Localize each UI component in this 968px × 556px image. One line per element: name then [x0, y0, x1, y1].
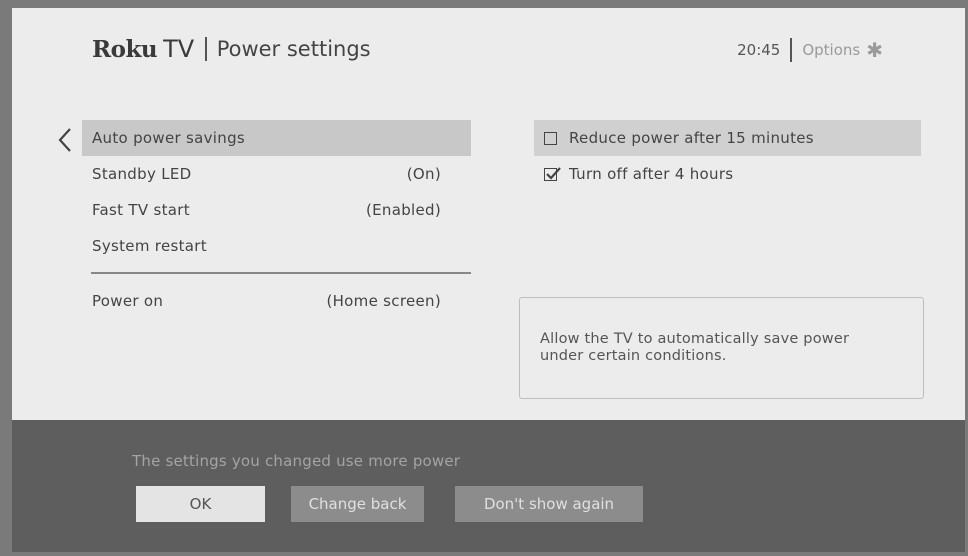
menu-item-label: Fast TV start — [92, 201, 190, 219]
tv-screen: Roku TV Power settings 20:45 Options ✱ A… — [12, 8, 965, 552]
status-area: 20:45 Options ✱ — [737, 38, 883, 62]
clock: 20:45 — [737, 41, 781, 59]
banner-message: The settings you changed use more power — [132, 452, 461, 470]
option-turn-off[interactable]: Turn off after 4 hours — [534, 156, 921, 192]
checkbox-empty-icon[interactable] — [544, 131, 557, 145]
dont-show-again-button[interactable]: Don't show again — [455, 486, 643, 522]
description-line: under certain conditions. — [540, 348, 727, 364]
asterisk-icon[interactable]: ✱ — [866, 40, 883, 60]
menu-divider — [91, 272, 471, 274]
menu-item-standby-led[interactable]: Standby LED (On) — [82, 156, 471, 192]
menu-item-fast-tv-start[interactable]: Fast TV start (Enabled) — [82, 192, 471, 228]
menu-item-system-restart[interactable]: System restart — [82, 228, 471, 264]
change-back-button[interactable]: Change back — [291, 486, 424, 522]
power-options-list: Reduce power after 15 minutes Turn off a… — [534, 120, 921, 192]
menu-item-power-on[interactable]: Power on (Home screen) — [82, 283, 471, 319]
option-label: Reduce power after 15 minutes — [569, 129, 814, 147]
menu-item-label: System restart — [92, 237, 207, 255]
menu-item-value: (On) — [406, 165, 441, 183]
checkbox-checked-icon[interactable] — [544, 166, 561, 181]
ok-button[interactable]: OK — [136, 486, 265, 522]
options-label[interactable]: Options — [802, 41, 860, 59]
menu-item-auto-power-savings[interactable]: Auto power savings — [82, 120, 471, 156]
power-warning-banner: The settings you changed use more power … — [12, 420, 965, 552]
menu-item-value: (Enabled) — [365, 201, 441, 219]
settings-menu-secondary: Power on (Home screen) — [82, 283, 471, 319]
page-title: Power settings — [216, 37, 371, 61]
menu-item-label: Auto power savings — [92, 129, 246, 147]
settings-menu: Auto power savings Standby LED (On) Fast… — [82, 120, 471, 264]
clock-divider — [790, 38, 793, 62]
option-reduce-power[interactable]: Reduce power after 15 minutes — [534, 120, 921, 156]
tv-logo: TV — [163, 35, 195, 63]
description-panel: Allow the TV to automatically save power… — [519, 297, 924, 399]
roku-tv-header: Roku TV Power settings — [92, 32, 371, 66]
option-label: Turn off after 4 hours — [569, 165, 734, 183]
header-divider — [205, 37, 207, 61]
menu-item-label: Standby LED — [92, 165, 192, 183]
menu-item-label: Power on — [92, 292, 164, 310]
chevron-left-icon[interactable] — [56, 126, 74, 154]
description-line: Allow the TV to automatically save power — [540, 331, 850, 347]
menu-item-value: (Home screen) — [326, 292, 441, 310]
roku-logo: Roku — [92, 35, 158, 63]
